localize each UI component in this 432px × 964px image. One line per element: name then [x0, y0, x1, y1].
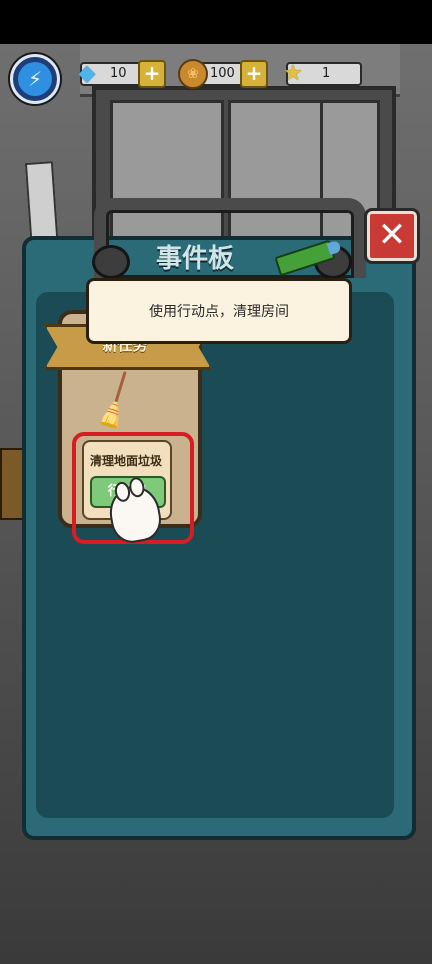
add-coin-button[interactable]: + — [240, 60, 268, 88]
coin-counter: ❀ 100 + — [178, 59, 268, 89]
diamond-icon: ◆ — [78, 60, 96, 86]
diamond-value: 10 — [110, 66, 127, 81]
star-value: 1 — [322, 66, 331, 81]
coin-value: 100 — [210, 66, 235, 81]
close-button[interactable]: ✕ — [364, 208, 420, 264]
star-counter: ★ 1 — [283, 61, 362, 86]
status-bar — [0, 0, 432, 44]
tutorial-tooltip: 使用行动点，清理房间 — [86, 278, 352, 344]
tooltip-text: 使用行动点，清理房间 — [149, 304, 289, 320]
diamond-counter: ◆ 10 + — [79, 60, 166, 88]
board-title: 事件板 — [155, 244, 234, 274]
paw-coin-icon: ❀ — [178, 59, 208, 89]
add-diamond-button[interactable]: + — [138, 60, 166, 88]
close-icon: ✕ — [377, 215, 407, 255]
star-icon: ★ — [283, 60, 303, 86]
energy-button[interactable]: ⚡ — [10, 54, 60, 104]
lightning-icon: ⚡ — [18, 62, 52, 96]
